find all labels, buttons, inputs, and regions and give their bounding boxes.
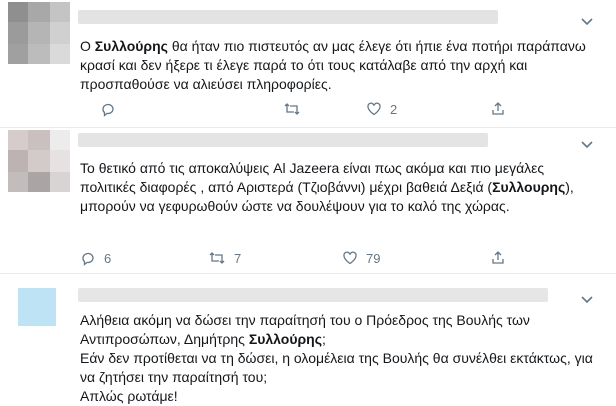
text-segment: Εάν δεν προτίθεται να τη δώσει, η ολομέλ… — [80, 350, 593, 385]
like-count: 79 — [366, 250, 381, 266]
reply-icon — [80, 250, 96, 266]
author-name-blurred[interactable] — [78, 288, 548, 302]
tweet-actions: 2 — [80, 99, 510, 119]
text-segment: Ο — [80, 38, 95, 54]
retweet-button[interactable] — [283, 99, 309, 119]
tweet-text: Το θετικό από τις αποκαλύψεις Al Jazeera… — [80, 159, 590, 216]
mention-highlight: Συλλούρης — [94, 38, 168, 54]
reply-icon — [100, 101, 116, 117]
text-line: Εάν δεν προτίθεται να τη δώσει, η ολομέλ… — [80, 349, 595, 387]
share-button[interactable] — [490, 99, 506, 119]
share-button[interactable] — [490, 248, 506, 268]
tweet-text: Ο Συλλούρης θα ήταν πιο πιστευτός αν μας… — [80, 37, 590, 94]
heart-icon — [366, 101, 382, 117]
mention-highlight: Συλλούρης — [248, 331, 322, 347]
tweet-1[interactable]: Ο Συλλούρης θα ήταν πιο πιστευτός αν μας… — [0, 0, 616, 127]
retweet-count: 7 — [234, 250, 242, 266]
author-name-blurred[interactable] — [78, 133, 488, 147]
reply-count: 6 — [104, 250, 112, 266]
retweet-button[interactable]: 7 — [208, 248, 241, 268]
heart-icon — [342, 250, 358, 266]
retweet-icon — [283, 101, 301, 117]
share-icon — [490, 101, 506, 117]
avatar[interactable] — [8, 130, 70, 192]
like-button[interactable]: 2 — [366, 99, 397, 119]
tweet-actions: 6 7 79 — [80, 248, 510, 268]
tweet-2[interactable]: Το θετικό από τις αποκαλύψεις Al Jazeera… — [0, 128, 616, 273]
text-line: Απλώς ρωτάμε! — [80, 387, 595, 406]
text-segment: Το θετικό από τις αποκαλύψεις Al Jazeera… — [80, 160, 545, 195]
like-button[interactable]: 79 — [342, 248, 380, 268]
chevron-down-icon[interactable] — [580, 137, 594, 149]
author-name-blurred[interactable] — [78, 10, 498, 24]
avatar[interactable] — [8, 2, 70, 64]
tweet-text: Αλήθεια ακόμη να δώσει την παραίτησή του… — [80, 311, 595, 406]
chevron-down-icon[interactable] — [580, 292, 594, 304]
reply-button[interactable]: 6 — [80, 248, 111, 268]
tweet-3[interactable]: Αλήθεια ακόμη να δώσει την παραίτησή του… — [0, 274, 616, 406]
like-count: 2 — [390, 101, 398, 117]
text-segment: ; — [321, 331, 326, 347]
text-segment: Απλώς ρωτάμε! — [80, 388, 178, 404]
mention-highlight: Συλλουρης — [492, 179, 566, 195]
avatar[interactable] — [18, 288, 56, 326]
chevron-down-icon[interactable] — [580, 14, 594, 26]
reply-button[interactable] — [100, 99, 124, 119]
share-icon — [490, 250, 506, 266]
retweet-icon — [208, 250, 226, 266]
text-line: Αλήθεια ακόμη να δώσει την παραίτησή του… — [80, 311, 595, 349]
